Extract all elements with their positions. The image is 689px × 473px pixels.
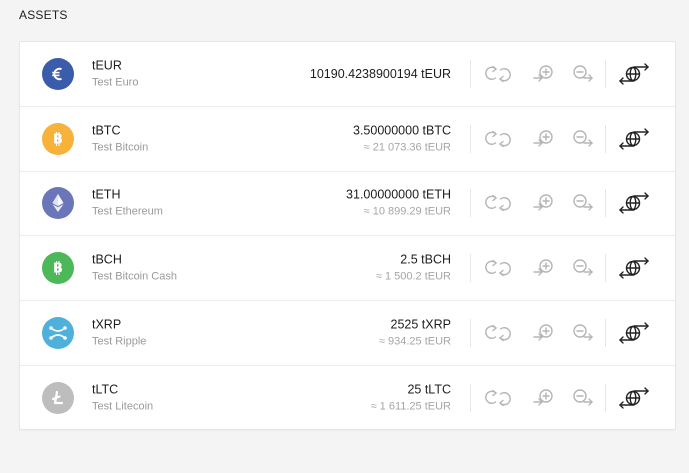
asset-approx-value: ≈ 21 073.36 tEUR (363, 141, 451, 154)
asset-symbol: tEUR (92, 58, 122, 73)
divider (470, 124, 471, 153)
divider (605, 124, 606, 153)
deposit-button[interactable] (533, 192, 555, 214)
withdraw-button[interactable] (572, 192, 594, 214)
transfer-button[interactable] (618, 62, 650, 86)
deposit-icon (533, 389, 553, 407)
asset-row-tbch: B tBCH Test Bitcoin Cash 2.5 tBCH ≈ 1 50… (20, 236, 675, 302)
asset-row-tbtc: B tBTC Test Bitcoin 3.50000000 tBTC ≈ 21… (20, 107, 675, 172)
divider (470, 189, 471, 218)
asset-row-teur: tEUR Test Euro 10190.4238900194 tEUR (20, 42, 675, 107)
transfer-button[interactable] (618, 191, 650, 215)
withdraw-icon (573, 194, 593, 212)
asset-symbol: tBTC (92, 123, 121, 138)
asset-symbol: tETH (92, 187, 121, 202)
withdraw-button[interactable] (572, 128, 594, 150)
litecoin-icon (42, 382, 74, 415)
asset-balance: 3.50000000 tBTC (353, 123, 451, 138)
withdraw-icon (573, 129, 593, 147)
divider (470, 319, 471, 348)
asset-symbol: tXRP (92, 317, 122, 332)
bitcoin-cash-icon: B (42, 252, 74, 285)
withdraw-icon (573, 324, 593, 341)
asset-name: Test Litecoin (92, 400, 154, 413)
exchange-button[interactable] (479, 192, 517, 214)
bitcoin-icon: B (42, 122, 74, 155)
exchange-icon (485, 390, 511, 407)
asset-name: Test Ripple (92, 335, 147, 348)
exchange-icon (485, 324, 511, 342)
asset-name: Test Euro (92, 76, 139, 89)
asset-balance: 2525 tXRP (390, 317, 451, 332)
transfer-icon (619, 192, 649, 215)
asset-symbol: tLTC (92, 382, 119, 397)
transfer-button[interactable] (618, 386, 650, 410)
divider (470, 59, 471, 88)
asset-name: Test Ethereum (92, 205, 163, 218)
divider (605, 384, 606, 413)
svg-text:B: B (53, 132, 63, 147)
deposit-icon (533, 129, 553, 147)
transfer-icon (619, 387, 649, 410)
divider (605, 59, 606, 88)
exchange-button[interactable] (479, 63, 517, 85)
transfer-button[interactable] (618, 127, 650, 151)
section-title: ASSETS (19, 8, 68, 22)
divider (470, 384, 471, 413)
deposit-icon (533, 324, 553, 341)
withdraw-icon (573, 259, 593, 276)
deposit-button[interactable] (533, 257, 555, 279)
euro-icon (42, 57, 74, 90)
withdraw-button[interactable] (572, 387, 594, 409)
asset-row-teth: tETH Test Ethereum 31.00000000 tETH ≈ 10… (20, 172, 675, 237)
asset-approx-value: ≈ 934.25 tEUR (378, 335, 451, 348)
deposit-button[interactable] (533, 128, 555, 150)
deposit-button[interactable] (533, 322, 555, 344)
exchange-icon (485, 260, 511, 277)
exchange-icon (485, 130, 511, 147)
exchange-icon (485, 65, 511, 83)
exchange-button[interactable] (479, 257, 517, 279)
asset-symbol: tBCH (92, 252, 122, 267)
asset-row-tltc: tLTC Test Litecoin 25 tLTC ≈ 1 611.25 tE… (20, 366, 675, 431)
asset-row-txrp: tXRP Test Ripple 2525 tXRP ≈ 934.25 tEUR (20, 301, 675, 366)
ripple-icon (42, 317, 74, 350)
transfer-icon (619, 322, 649, 344)
deposit-button[interactable] (533, 63, 555, 85)
asset-balance: 2.5 tBCH (400, 252, 451, 267)
assets-panel: tEUR Test Euro 10190.4238900194 tEUR B t… (19, 41, 676, 430)
divider (605, 319, 606, 348)
transfer-icon (619, 63, 649, 85)
asset-balance: 31.00000000 tETH (346, 187, 451, 202)
asset-approx-value: ≈ 10 899.29 tEUR (363, 205, 451, 218)
asset-balance: 25 tLTC (407, 382, 451, 397)
svg-text:B: B (53, 262, 63, 277)
withdraw-button[interactable] (572, 63, 594, 85)
divider (605, 189, 606, 218)
transfer-button[interactable] (618, 321, 650, 345)
deposit-icon (533, 65, 553, 82)
asset-name: Test Bitcoin (92, 141, 149, 154)
divider (470, 254, 471, 283)
exchange-icon (485, 195, 511, 212)
divider (605, 254, 606, 283)
transfer-icon (619, 127, 649, 150)
asset-name: Test Bitcoin Cash (92, 270, 177, 283)
transfer-icon (619, 257, 649, 279)
asset-approx-value: ≈ 1 611.25 tEUR (370, 400, 451, 413)
exchange-button[interactable] (479, 322, 517, 344)
withdraw-button[interactable] (572, 257, 594, 279)
asset-balance: 10190.4238900194 tEUR (309, 66, 451, 81)
withdraw-icon (573, 389, 593, 407)
deposit-button[interactable] (533, 387, 555, 409)
asset-approx-value: ≈ 1 500.2 tEUR (375, 270, 451, 283)
ethereum-icon (42, 187, 74, 220)
deposit-icon (533, 194, 553, 212)
withdraw-icon (573, 65, 593, 82)
exchange-button[interactable] (479, 387, 517, 409)
deposit-icon (533, 259, 553, 276)
withdraw-button[interactable] (572, 322, 594, 344)
exchange-button[interactable] (479, 128, 517, 150)
transfer-button[interactable] (618, 256, 650, 280)
